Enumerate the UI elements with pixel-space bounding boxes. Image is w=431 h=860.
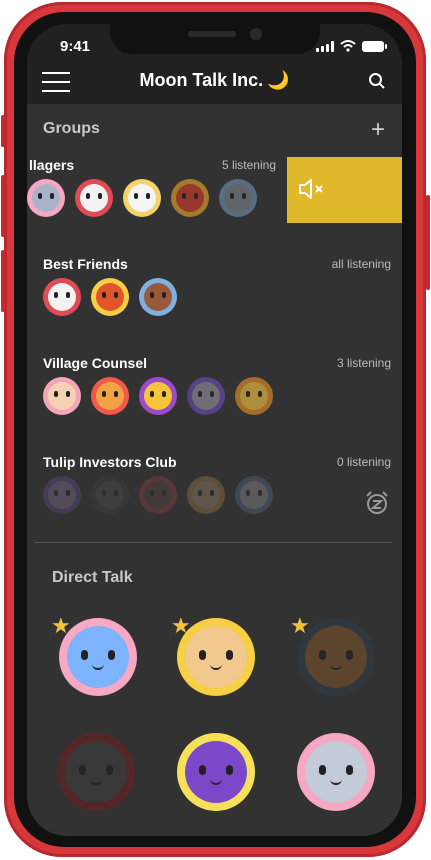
group-name: Village Counsel <box>43 355 147 371</box>
cat-avatar[interactable] <box>27 179 65 217</box>
power-button <box>426 195 430 290</box>
snooze-alarm-icon[interactable] <box>364 490 390 516</box>
status-time: 9:41 <box>60 38 91 55</box>
group-name: Best Friends <box>43 256 128 272</box>
direct-talk-cat-blue[interactable] <box>59 618 137 696</box>
dog-avatar[interactable] <box>235 476 273 514</box>
group-listening-count: all listening <box>331 257 391 271</box>
ant-avatar[interactable] <box>171 179 209 217</box>
moon-icon: 🌙 <box>267 70 290 90</box>
direct-talk-panda[interactable] <box>57 733 135 811</box>
search-icon[interactable] <box>368 72 386 90</box>
rhino-avatar[interactable] <box>219 179 257 217</box>
fox-avatar[interactable] <box>91 377 129 415</box>
volume-up-button <box>1 175 5 237</box>
panda-avatar[interactable] <box>75 179 113 217</box>
group-listening-count: 0 listening <box>336 455 391 469</box>
group-avatars <box>43 377 273 415</box>
group-listening-count: 3 listening <box>336 356 391 370</box>
direct-talk-title: Direct Talk <box>52 569 133 586</box>
add-group-button[interactable]: + <box>371 118 385 142</box>
group-listening-count: 5 listening <box>221 158 276 172</box>
direct-talk-ant[interactable] <box>177 618 255 696</box>
section-divider <box>35 542 392 543</box>
group-row-tulip-investors-club[interactable]: Tulip Investors Club 0 listening <box>27 454 402 544</box>
cat-avatar[interactable] <box>91 476 129 514</box>
group-name: Tulip Investors Club <box>43 454 177 470</box>
direct-talk-hippo[interactable] <box>177 733 255 811</box>
app-header: Moon Talk Inc. 🌙 <box>27 68 402 104</box>
mute-group-button[interactable] <box>287 157 402 223</box>
volume-down-button <box>1 250 5 312</box>
panda-avatar[interactable] <box>43 278 81 316</box>
eagle-avatar[interactable] <box>123 179 161 217</box>
status-icons <box>316 40 387 52</box>
direct-talk-mole[interactable] <box>297 618 375 696</box>
group-name: llagers <box>29 157 75 173</box>
wifi-icon <box>340 40 356 52</box>
battery-icon <box>362 40 387 52</box>
group-avatars <box>43 476 273 514</box>
group-row-best-friends[interactable]: Best Friends all listening <box>27 256 402 346</box>
ape-avatar[interactable] <box>187 377 225 415</box>
lion-avatar[interactable] <box>235 377 273 415</box>
direct-talk-cat-grey[interactable] <box>297 733 375 811</box>
group-avatars <box>27 179 257 217</box>
ant-avatar[interactable] <box>91 278 129 316</box>
group-row-village-counsel[interactable]: Village Counsel 3 listening <box>27 355 402 445</box>
app-title-text: Moon Talk Inc. <box>139 70 264 90</box>
bear-avatar[interactable] <box>139 377 177 415</box>
group-avatars <box>43 278 177 316</box>
notch <box>110 24 320 54</box>
app-title: Moon Talk Inc. 🌙 <box>27 70 402 91</box>
mute-icon <box>299 179 323 199</box>
villager-avatar[interactable] <box>43 377 81 415</box>
squirrel-avatar[interactable] <box>187 476 225 514</box>
signal-icon <box>316 40 334 52</box>
app-screen: 9:41 Moon Talk Inc. 🌙 Groups + llagers 5… <box>27 24 402 836</box>
mute-switch <box>1 115 5 147</box>
monkey-avatar[interactable] <box>139 476 177 514</box>
hippo-avatar[interactable] <box>43 476 81 514</box>
horse-avatar[interactable] <box>139 278 177 316</box>
groups-title: Groups <box>43 120 100 137</box>
